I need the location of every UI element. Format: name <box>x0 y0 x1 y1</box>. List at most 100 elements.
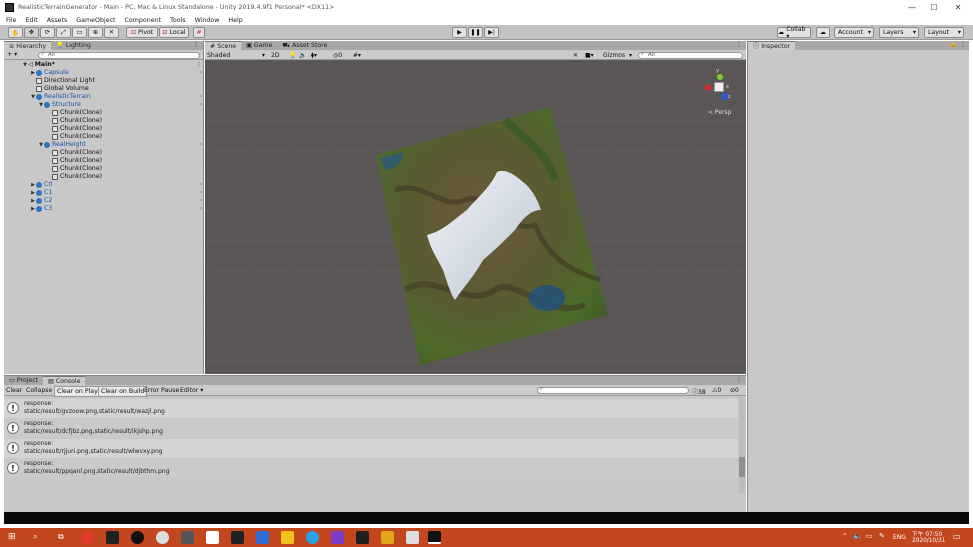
orientation-gizmo[interactable]: y x z < Persp <box>702 68 742 120</box>
open-prefab-arrow-icon[interactable]: › <box>200 189 202 196</box>
notifications-icon[interactable]: ▭ <box>953 532 961 541</box>
grid-toggle-icon[interactable]: #▾ <box>353 52 361 59</box>
app-white-icon[interactable] <box>206 531 219 544</box>
app-red-icon[interactable] <box>81 531 94 544</box>
tab-project[interactable]: ▭ Project <box>4 376 43 385</box>
console-search-input[interactable]: ⌕ <box>537 386 689 394</box>
rect-tool-button[interactable]: ▭ <box>72 27 87 38</box>
add-dropdown[interactable]: + ▾ <box>7 51 17 58</box>
error-count-toggle[interactable]: ⊘0 <box>730 387 739 394</box>
editor-dropdown[interactable]: Editor ▾ <box>180 387 203 394</box>
projection-label[interactable]: < Persp <box>708 109 731 116</box>
scene-search-input[interactable]: ⌕ All <box>638 51 743 59</box>
tab-inspector[interactable]: ⓘ Inspector <box>748 41 796 50</box>
open-prefab-arrow-icon[interactable]: › <box>200 93 202 100</box>
play-button[interactable]: ▶ <box>452 27 467 38</box>
custom-tool-button[interactable]: ✕ <box>104 27 119 38</box>
2d-toggle[interactable]: 2D <box>271 52 279 59</box>
open-prefab-arrow-icon[interactable]: › <box>200 141 202 148</box>
scrollbar-thumb[interactable] <box>739 457 745 477</box>
effects-toggle-icon[interactable]: ⧫▾ <box>311 52 317 59</box>
windows-start-icon[interactable]: ⊞ <box>8 532 16 542</box>
tab-asset-store[interactable]: ⛟ Asset Store <box>277 41 332 50</box>
tray-audio-icon[interactable]: 🔈 <box>853 532 862 540</box>
shading-mode-dropdown[interactable]: Shaded ▾ <box>207 51 265 60</box>
scene-root-row[interactable]: ▼ ◁ Main* <box>22 61 55 69</box>
app-gray-icon[interactable] <box>181 531 194 544</box>
menu-gameobject[interactable]: GameObject <box>76 17 115 24</box>
console-log-entry[interactable]: ! response: static/result/ppqanl.png,stati… <box>4 459 738 478</box>
rotate-tool-button[interactable]: ⟳ <box>40 27 55 38</box>
hierarchy-item[interactable]: Chunk(Clone) <box>46 165 102 173</box>
hierarchy-item[interactable]: Directional Light <box>30 77 95 85</box>
transform-tool-button[interactable]: ⊕ <box>88 27 103 38</box>
scale-tool-button[interactable]: ⤢ <box>56 27 71 38</box>
app-screen-icon[interactable] <box>356 531 369 544</box>
hierarchy-item[interactable]: Chunk(Clone) <box>46 109 102 117</box>
menu-file[interactable]: File <box>6 17 17 24</box>
menu-edit[interactable]: Edit <box>26 17 38 24</box>
hierarchy-item[interactable]: ▶ C1 <box>30 189 52 197</box>
app-blue-icon[interactable] <box>256 531 269 544</box>
audio-toggle-icon[interactable]: 🔈 <box>299 52 306 59</box>
lighting-toggle-icon[interactable]: 💡 <box>289 52 296 59</box>
app-github-icon[interactable] <box>156 531 169 544</box>
tray-pen-icon[interactable]: ✎ <box>879 532 885 540</box>
tools-icon[interactable]: ✕ <box>573 52 578 59</box>
hierarchy-item[interactable]: Chunk(Clone) <box>46 157 102 165</box>
search-icon[interactable]: ⌕ <box>33 532 37 542</box>
local-toggle[interactable]: ⊡ Local <box>159 27 189 38</box>
tab-game[interactable]: ▣ Game <box>241 41 277 50</box>
gizmos-dropdown[interactable]: Gizmos <box>603 52 625 59</box>
app-doc-icon[interactable] <box>406 531 419 544</box>
pause-button[interactable]: ❚❚ <box>468 27 483 38</box>
scene-viewport[interactable]: y x z < Persp <box>205 60 746 374</box>
layers-dropdown[interactable]: Layers ▾ <box>879 27 919 38</box>
layout-dropdown[interactable]: Layout ▾ <box>924 27 964 38</box>
clock-date[interactable]: 2020/10/31 <box>912 538 945 544</box>
open-prefab-arrow-icon[interactable]: › <box>200 205 202 212</box>
app-terminal-icon[interactable] <box>106 531 119 544</box>
step-button[interactable]: ▶| <box>484 27 499 38</box>
menu-help[interactable]: Help <box>228 17 242 24</box>
console-log-entry[interactable]: ! response: static/result/gvzoow.png,stati… <box>4 399 738 418</box>
tray-network-icon[interactable]: ▭ <box>866 532 873 540</box>
hierarchy-item[interactable]: Chunk(Clone) <box>46 117 102 125</box>
hierarchy-item[interactable]: ▶ Capsule <box>30 69 69 77</box>
clear-on-play-toggle[interactable]: Clear on Play <box>54 386 101 397</box>
menu-component[interactable]: Component <box>125 17 162 24</box>
hierarchy-item[interactable]: Chunk(Clone) <box>46 173 102 181</box>
console-scrollbar[interactable] <box>739 397 745 493</box>
collapse-toggle[interactable]: Collapse <box>26 387 52 394</box>
app-chrome-icon[interactable] <box>306 531 319 544</box>
hidden-objects-icon[interactable]: ◎0 <box>333 52 342 59</box>
hierarchy-item[interactable]: ▶ C0 <box>30 181 52 189</box>
minimize-button[interactable]: — <box>900 0 924 15</box>
open-prefab-arrow-icon[interactable]: › <box>200 197 202 204</box>
console-log-entry[interactable]: ! response: static/result/rjjuri.png,stati… <box>4 439 738 458</box>
hierarchy-item[interactable]: Chunk(Clone) <box>46 133 102 141</box>
app-unity-icon[interactable] <box>428 531 441 544</box>
hierarchy-item[interactable]: ▼ Structure <box>38 101 81 109</box>
account-dropdown[interactable]: Account ▾ <box>834 27 874 38</box>
app-dark-icon[interactable] <box>231 531 244 544</box>
open-prefab-arrow-icon[interactable]: › <box>200 181 202 188</box>
app-files-icon[interactable] <box>281 531 294 544</box>
clear-on-build-toggle[interactable]: Clear on Build <box>98 386 148 397</box>
log-count-toggle[interactable]: ⓘ38 <box>692 387 706 396</box>
console-log-entry[interactable]: ! response: static/result/dcfjbz.png,stati… <box>4 419 738 438</box>
panel-menu-icon[interactable]: ⋮ <box>736 376 742 383</box>
hierarchy-item[interactable]: ▼ RealisticTerrain <box>30 93 91 101</box>
hierarchy-item[interactable]: Chunk(Clone) <box>46 149 102 157</box>
collab-button[interactable]: ☁ Collab ▾ <box>777 26 811 40</box>
hand-tool-button[interactable]: ✋ <box>8 27 23 38</box>
scene-menu-icon[interactable]: ⋮ <box>196 61 202 68</box>
clock-time[interactable]: 下午 07:50 <box>912 529 942 538</box>
open-prefab-arrow-icon[interactable]: › <box>200 101 202 108</box>
pivot-toggle[interactable]: ⊡ Pivot <box>126 27 158 38</box>
open-prefab-arrow-icon[interactable]: › <box>200 69 202 76</box>
menu-assets[interactable]: Assets <box>47 17 68 24</box>
menu-tools[interactable]: Tools <box>170 17 186 24</box>
cloud-button[interactable]: ☁ <box>816 27 830 38</box>
hierarchy-item[interactable]: Chunk(Clone) <box>46 125 102 133</box>
